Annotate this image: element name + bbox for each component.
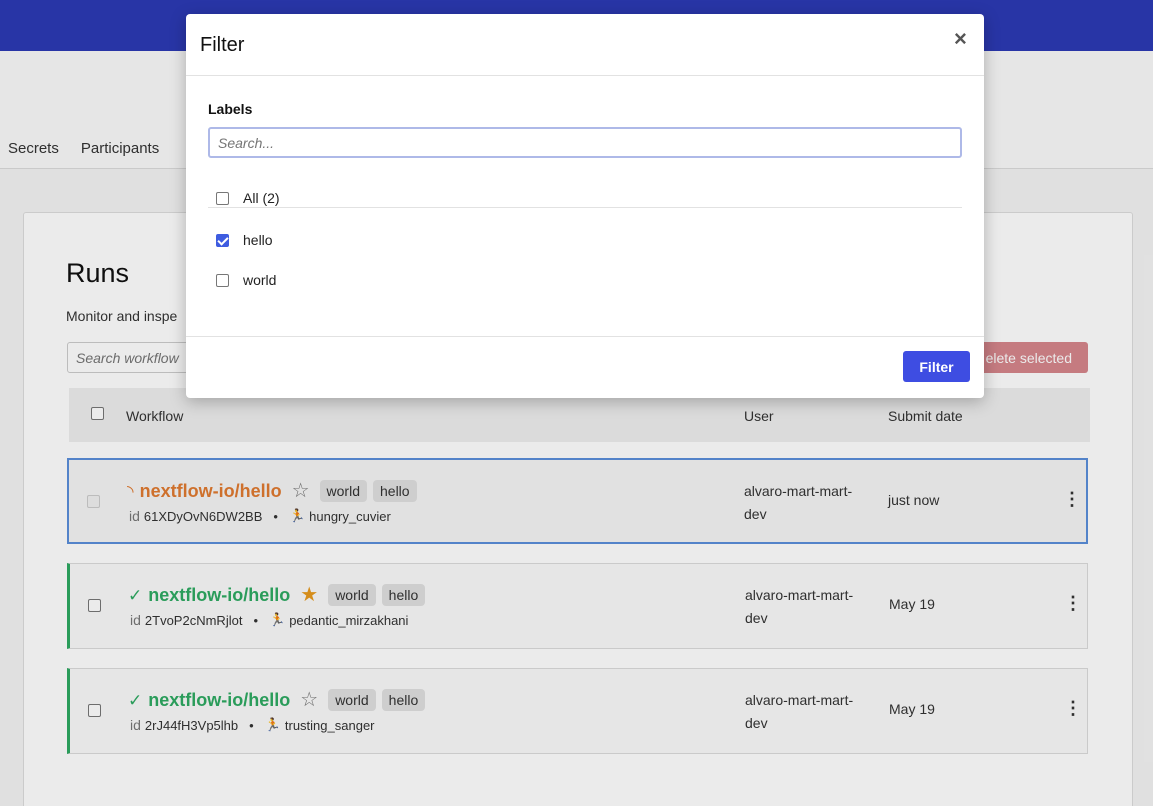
hello-checkbox[interactable] <box>216 233 229 247</box>
option-all[interactable]: All (2) <box>216 190 280 206</box>
close-icon[interactable]: × <box>954 28 967 50</box>
apply-filter-button[interactable]: Filter <box>903 351 970 382</box>
divider <box>208 207 962 208</box>
option-world-label: world <box>243 272 277 288</box>
label-search-input[interactable] <box>208 127 962 158</box>
option-world[interactable]: world <box>216 272 276 288</box>
filter-modal: Filter × Labels All (2) hello world Filt… <box>186 14 984 398</box>
modal-header: Filter × <box>186 14 984 76</box>
all-checkbox[interactable] <box>216 191 229 205</box>
labels-heading: Labels <box>208 101 253 117</box>
option-hello-label: hello <box>243 232 273 248</box>
option-hello[interactable]: hello <box>216 232 273 248</box>
modal-footer-divider <box>186 336 984 337</box>
world-checkbox[interactable] <box>216 273 229 287</box>
option-all-label: All (2) <box>243 190 280 206</box>
modal-title: Filter <box>200 34 245 56</box>
